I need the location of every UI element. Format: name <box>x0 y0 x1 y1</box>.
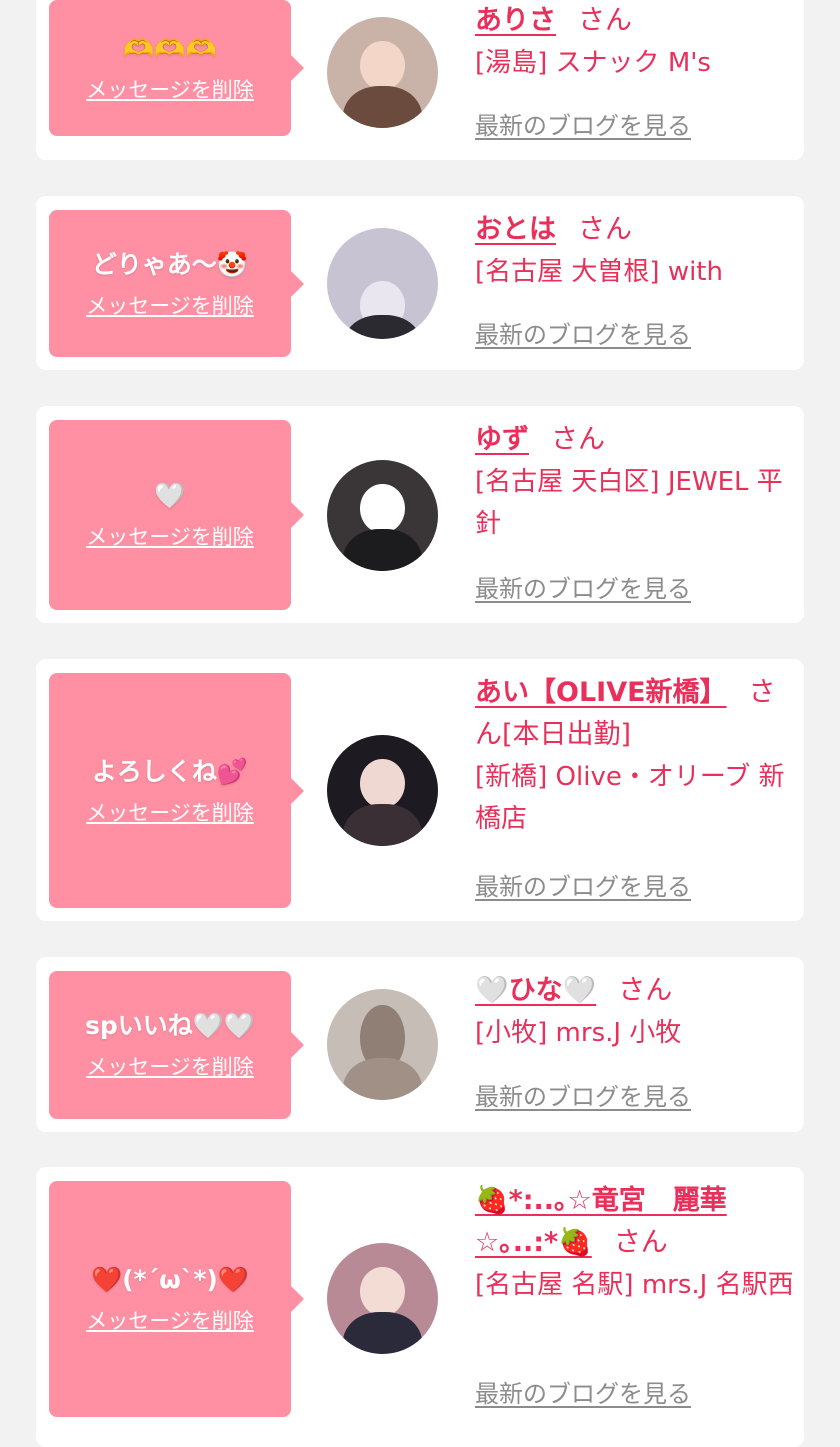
message-text: 🤍 <box>154 481 186 510</box>
message-text: spいいね🤍🤍 <box>84 1011 256 1040</box>
delete-message-link[interactable]: メッセージを削除 <box>86 293 254 319</box>
honorific: さん <box>578 5 632 36</box>
shop-name: [小牧] mrs.J 小牧 <box>475 1018 682 1048</box>
avatar[interactable] <box>327 460 438 571</box>
shop-name: [湯島] スナック M's <box>475 48 711 78</box>
avatar[interactable] <box>327 228 438 339</box>
latest-blog-link[interactable]: 最新のブログを見る <box>475 574 691 604</box>
message-text: ❤️(*´ω`*)❤️ <box>91 1265 249 1294</box>
message-text: 🫶🫶🫶 <box>123 34 217 63</box>
message-bubble: どりゃあ〜🤡 メッセージを削除 <box>49 210 304 357</box>
message-text: よろしくね💕 <box>91 756 249 786</box>
latest-blog-link[interactable]: 最新のブログを見る <box>475 320 691 350</box>
message-bubble: spいいね🤍🤍 メッセージを削除 <box>49 971 304 1119</box>
shop-name: [名古屋 大曽根] with <box>475 257 723 287</box>
message-text: どりゃあ〜🤡 <box>91 249 249 279</box>
message-card: 🤍 メッセージを削除 ゆず さん [名古屋 天白区] JEWEL 平針 最新のブロ… <box>36 406 804 623</box>
delete-message-link[interactable]: メッセージを削除 <box>86 524 254 550</box>
cast-info: ありさ さん [湯島] スナック M's <box>475 0 795 84</box>
name-line: ゆず さん <box>475 419 795 461</box>
honorific: さん <box>613 1227 668 1258</box>
avatar[interactable] <box>327 1243 438 1354</box>
message-bubble: よろしくね💕 メッセージを削除 <box>49 673 304 908</box>
honorific: さん <box>578 214 632 245</box>
name-line: おとは さん <box>475 209 795 251</box>
avatar[interactable] <box>327 989 438 1100</box>
cast-name-link[interactable]: ゆず <box>475 424 529 455</box>
honorific: さん <box>618 975 673 1006</box>
delete-message-link[interactable]: メッセージを削除 <box>86 1308 254 1334</box>
cast-info: 🍓*:..｡☆竜宮 麗華☆｡..:*🍓 さん [名古屋 名駅] mrs.J 名駅西 <box>475 1180 795 1306</box>
message-card: どりゃあ〜🤡 メッセージを削除 おとは さん [名古屋 大曽根] with 最新の… <box>36 196 804 370</box>
cast-name-link[interactable]: おとは <box>475 214 556 245</box>
cast-info: おとは さん [名古屋 大曽根] with <box>475 209 795 293</box>
latest-blog-link[interactable]: 最新のブログを見る <box>475 872 691 902</box>
name-suffix: [本日出勤] <box>502 719 632 750</box>
name-line: 🤍ひな🤍 さん <box>475 970 795 1012</box>
message-card: spいいね🤍🤍 メッセージを削除 🤍ひな🤍 さん [小牧] mrs.J 小牧 最新… <box>36 957 804 1132</box>
latest-blog-link[interactable]: 最新のブログを見る <box>475 111 691 141</box>
avatar[interactable] <box>327 735 438 846</box>
message-card: ❤️(*´ω`*)❤️ メッセージを削除 🍓*:..｡☆竜宮 麗華☆｡..:*🍓… <box>36 1167 804 1447</box>
cast-info: 🤍ひな🤍 さん [小牧] mrs.J 小牧 <box>475 970 795 1054</box>
delete-message-link[interactable]: メッセージを削除 <box>86 800 254 826</box>
shop-name: [名古屋 名駅] mrs.J 名駅西 <box>475 1270 794 1300</box>
message-card: 🫶🫶🫶 メッセージを削除 ありさ さん [湯島] スナック M's 最新のブログを… <box>36 0 804 160</box>
latest-blog-link[interactable]: 最新のブログを見る <box>475 1379 691 1409</box>
cast-name-link[interactable]: 🤍ひな🤍 <box>475 975 596 1006</box>
delete-message-link[interactable]: メッセージを削除 <box>86 77 254 103</box>
avatar[interactable] <box>327 17 438 128</box>
honorific: さん <box>551 424 605 455</box>
message-bubble: 🤍 メッセージを削除 <box>49 420 304 610</box>
name-line: あい【OLIVE新橋】 さん[本日出勤] <box>475 672 795 756</box>
shop-name: [新橋] Olive・オリーブ 新橋店 <box>475 762 785 834</box>
latest-blog-link[interactable]: 最新のブログを見る <box>475 1082 691 1112</box>
name-line: 🍓*:..｡☆竜宮 麗華☆｡..:*🍓 さん <box>475 1180 795 1264</box>
shop-name: [名古屋 天白区] JEWEL 平針 <box>475 467 783 539</box>
cast-name-link[interactable]: ありさ <box>475 5 556 36</box>
cast-info: あい【OLIVE新橋】 さん[本日出勤] [新橋] Olive・オリーブ 新橋店 <box>475 672 795 840</box>
cast-name-link[interactable]: あい【OLIVE新橋】 <box>475 677 727 708</box>
message-bubble: ❤️(*´ω`*)❤️ メッセージを削除 <box>49 1181 304 1417</box>
delete-message-link[interactable]: メッセージを削除 <box>86 1054 254 1080</box>
message-bubble: 🫶🫶🫶 メッセージを削除 <box>49 0 304 136</box>
cast-name-link[interactable]: 🍓*:..｡☆竜宮 麗華☆｡..:*🍓 <box>475 1185 727 1258</box>
cast-info: ゆず さん [名古屋 天白区] JEWEL 平針 <box>475 419 795 545</box>
name-line: ありさ さん <box>475 0 795 42</box>
message-card: よろしくね💕 メッセージを削除 あい【OLIVE新橋】 さん[本日出勤] [新橋]… <box>36 659 804 921</box>
